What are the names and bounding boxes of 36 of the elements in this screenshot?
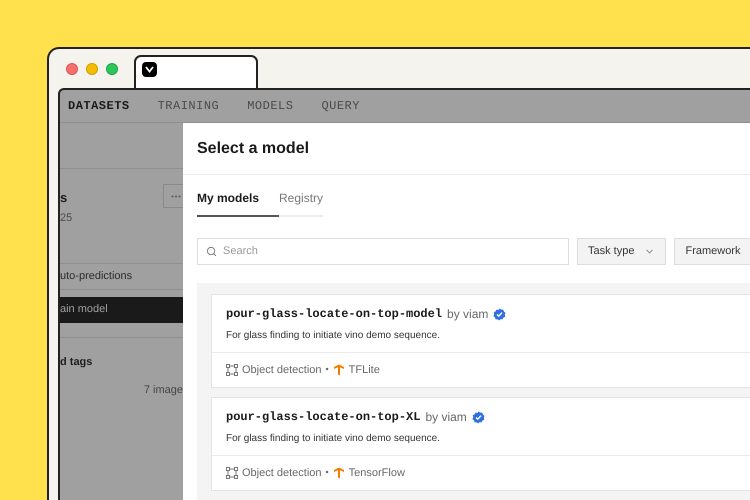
search-field[interactable]: Search: [197, 238, 569, 265]
model-description: For glass finding to initiate vino demo sequence.: [226, 432, 442, 446]
filter-dropdown[interactable]: Task type: [577, 238, 666, 265]
separator-dot: •: [326, 363, 329, 376]
site-logo-icon: [142, 62, 157, 77]
task-type: Object detection: [242, 466, 322, 481]
filter-dropdown[interactable]: Framework: [674, 238, 750, 265]
model-card[interactable]: pour-glass-locate-on-top-model by viam For glass finding to initiate vino demo sequence. Object detection • TFLite: [211, 294, 750, 388]
section-title: d tags: [60, 354, 94, 370]
bounding-box-icon: [226, 467, 238, 479]
model-description: For glass finding to initiate vino demo sequence.: [226, 329, 442, 343]
model-owner: by viam: [447, 306, 488, 323]
model-name: pour-glass-locate-on-top-model: [226, 306, 442, 323]
task-type: Object detection: [242, 362, 322, 378]
sidebar-item[interactable]: ain model: [60, 296, 183, 322]
modal-title: Select a model: [197, 138, 310, 158]
model-card[interactable]: pour-glass-locate-on-top-XL by viam For glass finding to initiate vino demo sequence. Object detection • TensorFlow: [211, 397, 750, 491]
nav-tab[interactable]: QUERY: [321, 97, 360, 115]
dataset-title: s: [60, 189, 68, 207]
modal-tab[interactable]: Registry: [279, 189, 324, 217]
modal-tab[interactable]: My models: [197, 189, 280, 217]
framework-logo-icon: [332, 364, 345, 376]
framework-name: TFLite: [348, 362, 380, 378]
search-icon: [206, 246, 217, 257]
dataset-subtitle: 25: [60, 211, 74, 226]
image-count: 7 image: [144, 383, 183, 398]
framework-logo-icon: [332, 467, 345, 479]
bounding-box-icon: [226, 364, 238, 376]
model-name: pour-glass-locate-on-top-XL: [226, 409, 420, 426]
nav-tab[interactable]: TRAINING: [158, 97, 220, 115]
nav-tab[interactable]: MODELS: [247, 97, 294, 115]
model-owner: by viam: [425, 409, 467, 426]
nav-tab[interactable]: DATASETS: [68, 97, 130, 115]
framework-name: TensorFlow: [348, 466, 405, 481]
separator-dot: •: [326, 466, 329, 480]
browser-tab[interactable]: [134, 55, 258, 88]
